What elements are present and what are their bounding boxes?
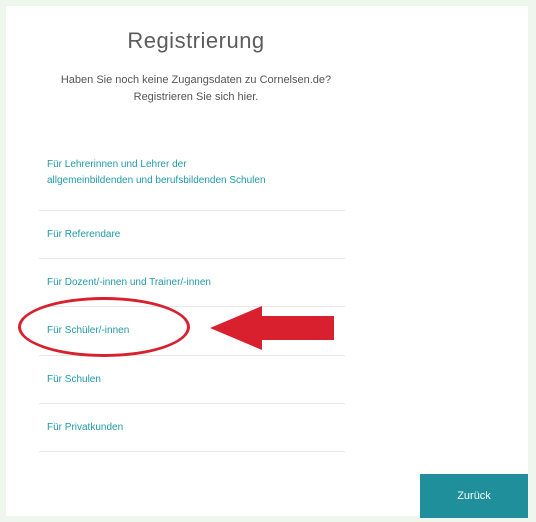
registration-options-list: Für Lehrerinnen und Lehrer der allgemein… <box>39 149 345 452</box>
option-schools-label: Für Schulen <box>47 373 101 385</box>
option-trainee-teachers-label: Für Referendare <box>47 228 121 240</box>
option-lecturers-trainers-label: Für Dozent/-innen und Trainer/-innen <box>47 276 211 288</box>
option-private-customers-label: Für Privatkunden <box>47 421 124 433</box>
option-students-label: Für Schüler/-innen <box>47 325 130 336</box>
option-private-customers[interactable]: Für Privatkunden <box>39 404 345 452</box>
option-schools[interactable]: Für Schulen <box>39 356 345 404</box>
option-students[interactable]: Für Schüler/-innen <box>39 307 345 356</box>
option-trainee-teachers[interactable]: Für Referendare <box>39 211 345 259</box>
option-teachers-label-line-2: allgemeinbildenden und berufsbildenden S… <box>47 175 266 186</box>
page-title: Registrierung <box>127 28 265 53</box>
registration-panel: Registrierung Haben Sie noch keine Zugan… <box>6 6 528 516</box>
option-lecturers-trainers[interactable]: Für Dozent/-innen und Trainer/-innen <box>39 259 345 307</box>
option-teachers[interactable]: Für Lehrerinnen und Lehrer der allgemein… <box>39 149 345 211</box>
page-subtitle: Haben Sie noch keine Zugangsdaten zu Cor… <box>6 72 386 106</box>
subtitle-line-1: Haben Sie noch keine Zugangsdaten zu Cor… <box>60 74 332 86</box>
option-teachers-label-line-1: Für Lehrerinnen und Lehrer der <box>47 159 187 170</box>
subtitle-line-2: Registrieren Sie sich hier. <box>133 91 259 103</box>
back-button[interactable]: Zurück <box>420 474 528 518</box>
